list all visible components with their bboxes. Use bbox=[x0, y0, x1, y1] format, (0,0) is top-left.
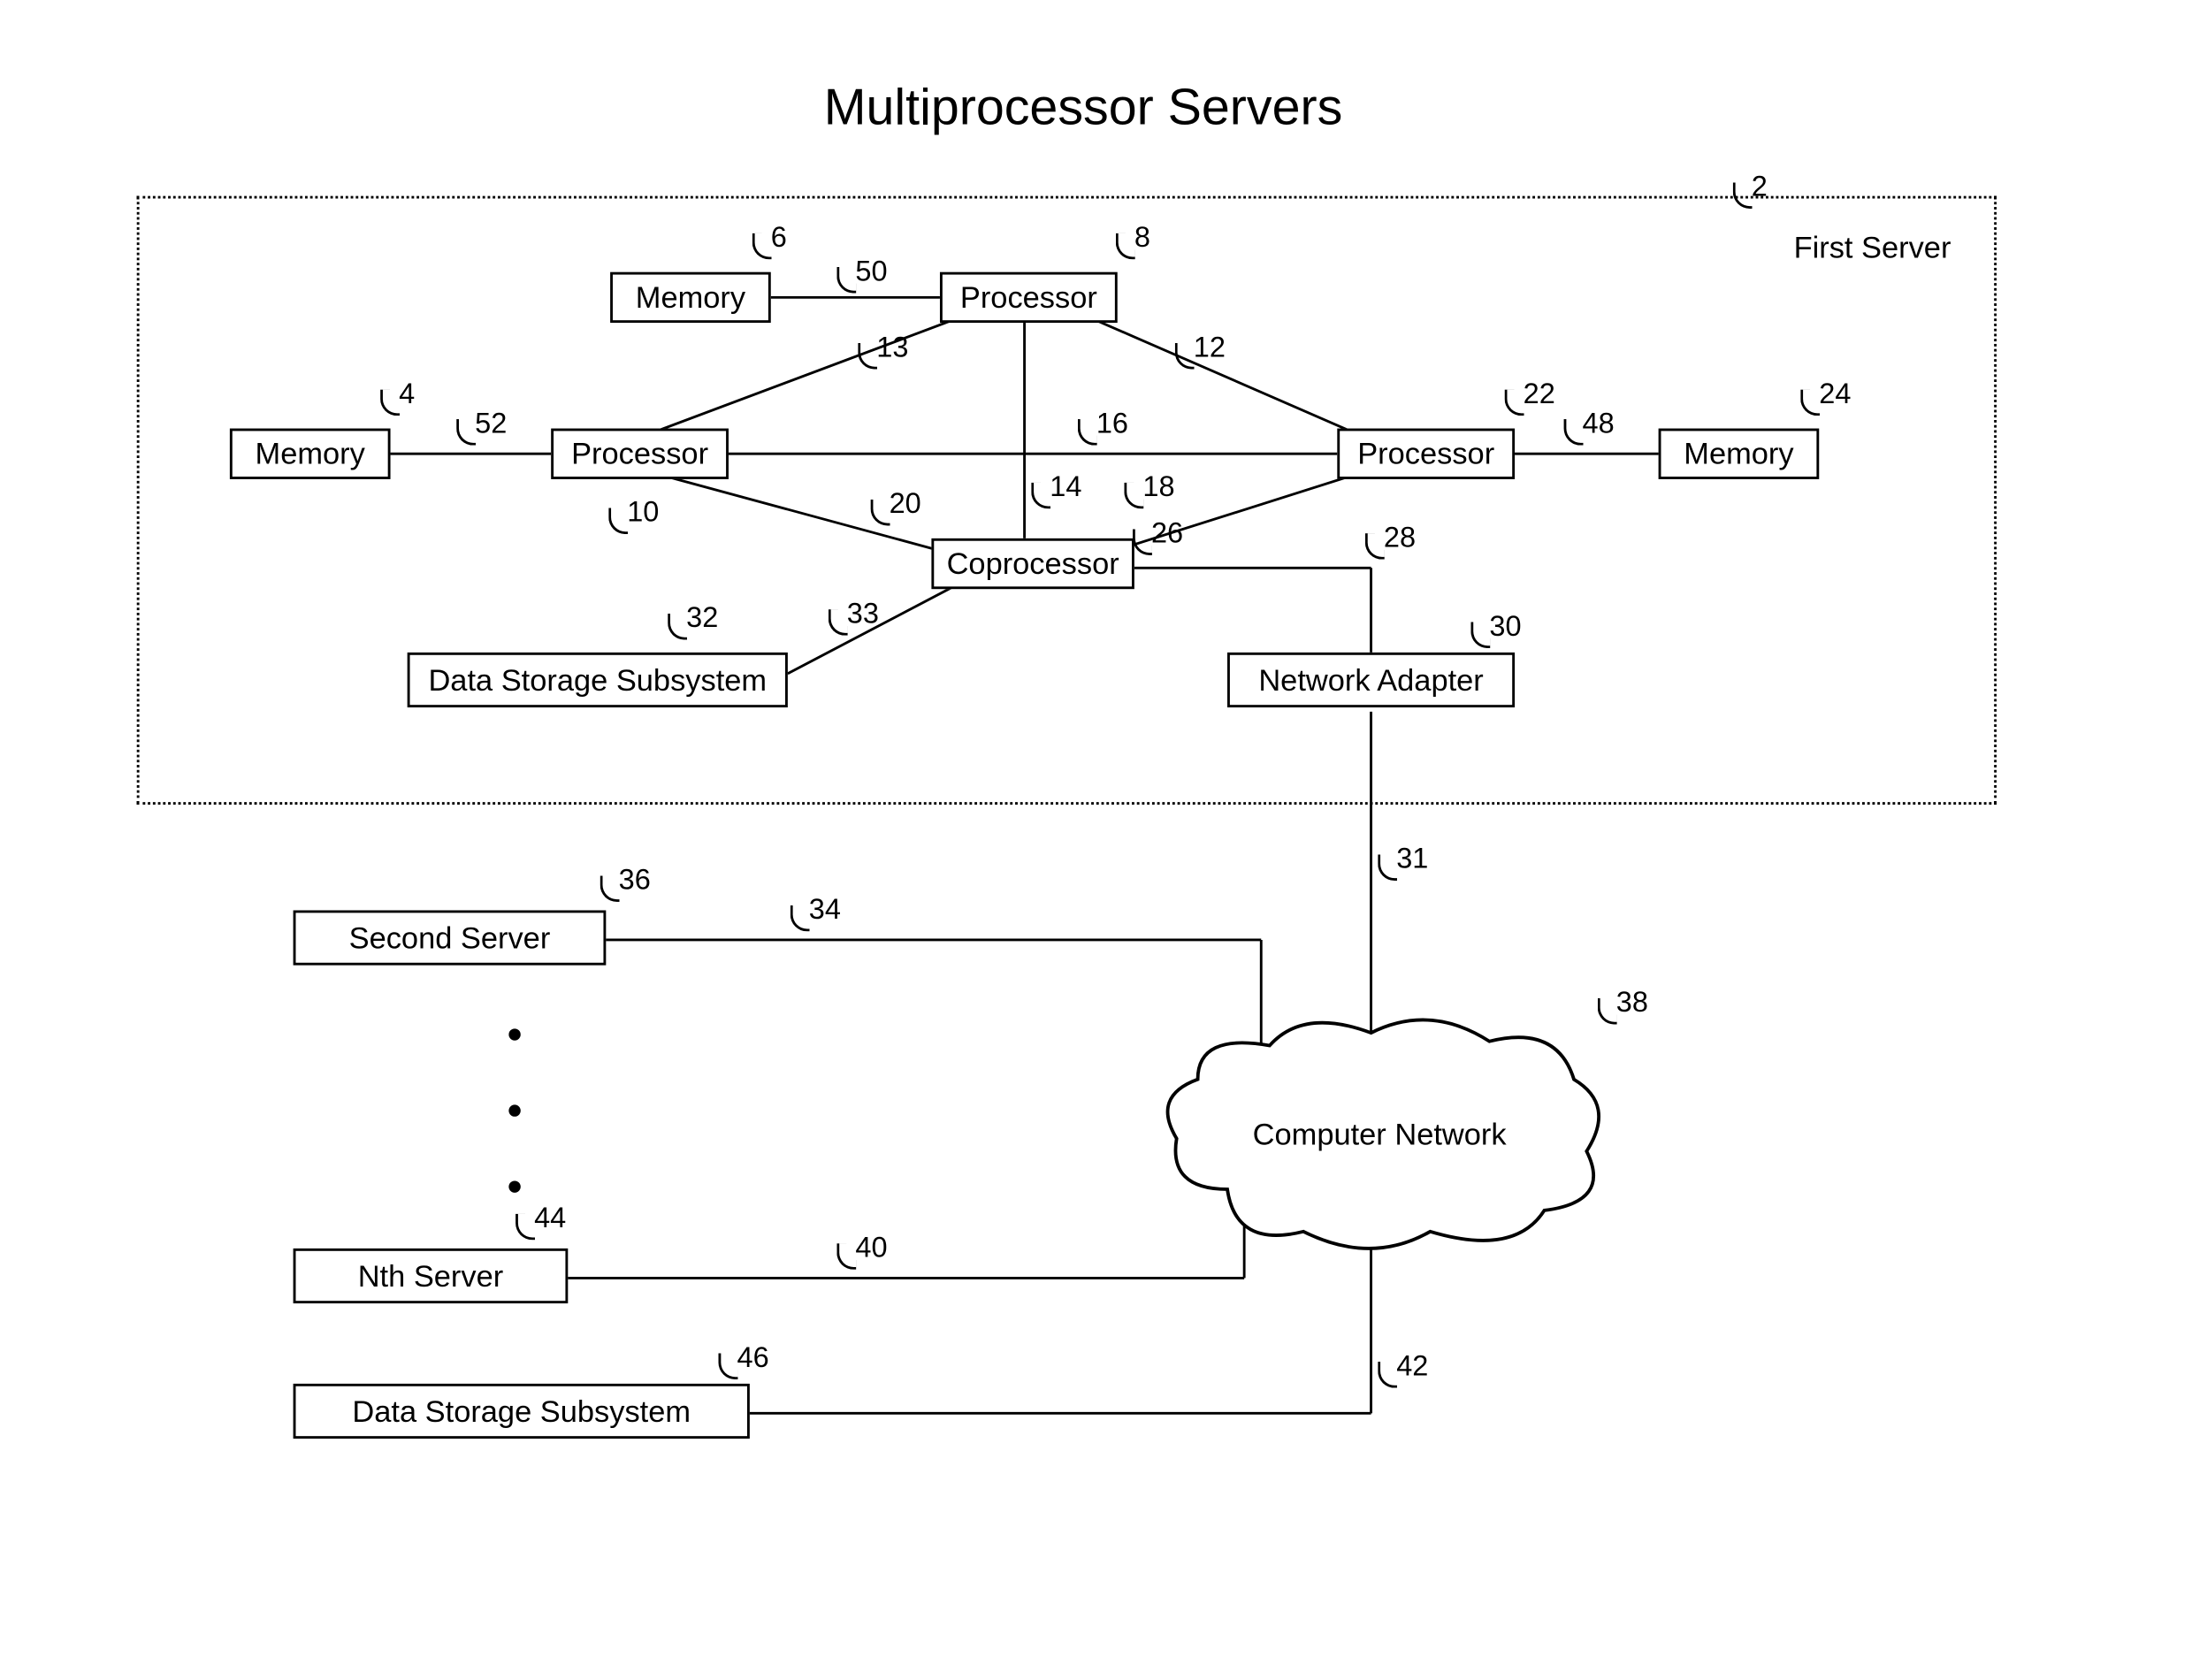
ref-40: 40 bbox=[855, 1232, 887, 1264]
ref-6: 6 bbox=[771, 221, 787, 254]
ref-20: 20 bbox=[890, 487, 921, 520]
ref-10: 10 bbox=[627, 496, 659, 529]
ref-30: 30 bbox=[1489, 610, 1521, 643]
nth-server-box: Nth Server bbox=[294, 1249, 569, 1303]
ref-4: 4 bbox=[399, 378, 415, 410]
diagram-title: Multiprocessor Servers bbox=[35, 78, 2131, 136]
cloud-label: Computer Network bbox=[1253, 1117, 1507, 1152]
ref-32: 32 bbox=[686, 602, 718, 635]
first-server-label: First Server bbox=[1794, 230, 1951, 265]
ellipsis-dot bbox=[508, 1104, 520, 1116]
ref-18: 18 bbox=[1142, 470, 1174, 503]
ref-2: 2 bbox=[1752, 171, 1768, 203]
ref-22: 22 bbox=[1524, 378, 1555, 410]
second-server-box: Second Server bbox=[294, 911, 607, 966]
ref-33: 33 bbox=[847, 598, 879, 630]
processor-box-22: Processor bbox=[1337, 429, 1515, 479]
ref-38: 38 bbox=[1616, 987, 1648, 1019]
ref-16: 16 bbox=[1096, 408, 1128, 440]
ref-52: 52 bbox=[475, 408, 507, 440]
processor-box-10: Processor bbox=[551, 429, 729, 479]
ref-42: 42 bbox=[1396, 1350, 1428, 1383]
ref-48: 48 bbox=[1583, 408, 1615, 440]
computer-network-cloud: Computer Network bbox=[1151, 1012, 1608, 1256]
coprocessor-box: Coprocessor bbox=[931, 538, 1134, 589]
ref-14: 14 bbox=[1050, 470, 1081, 503]
memory-box-4: Memory bbox=[230, 429, 391, 479]
memory-box-6: Memory bbox=[610, 272, 771, 323]
ref-13: 13 bbox=[876, 332, 908, 364]
ref-12: 12 bbox=[1194, 332, 1226, 364]
ref-31: 31 bbox=[1396, 843, 1428, 875]
ref-28: 28 bbox=[1384, 522, 1416, 554]
ref-26: 26 bbox=[1151, 517, 1183, 550]
ref-8: 8 bbox=[1134, 221, 1150, 254]
ellipsis-dot bbox=[508, 1028, 520, 1040]
network-adapter-box: Network Adapter bbox=[1227, 653, 1515, 707]
data-storage-box-32: Data Storage Subsystem bbox=[408, 653, 788, 707]
ref-36: 36 bbox=[619, 864, 651, 897]
ref-50: 50 bbox=[855, 256, 887, 288]
ref-44: 44 bbox=[534, 1202, 566, 1234]
ref-46: 46 bbox=[737, 1341, 769, 1374]
data-storage-box-46: Data Storage Subsystem bbox=[294, 1384, 750, 1439]
memory-box-24: Memory bbox=[1659, 429, 1820, 479]
ref-34: 34 bbox=[809, 893, 841, 926]
processor-box-8: Processor bbox=[940, 272, 1118, 323]
diagram-canvas: Multiprocessor Servers First Server 2 bbox=[35, 35, 2131, 1574]
ref-24: 24 bbox=[1819, 378, 1851, 410]
ellipsis-dot bbox=[508, 1180, 520, 1192]
